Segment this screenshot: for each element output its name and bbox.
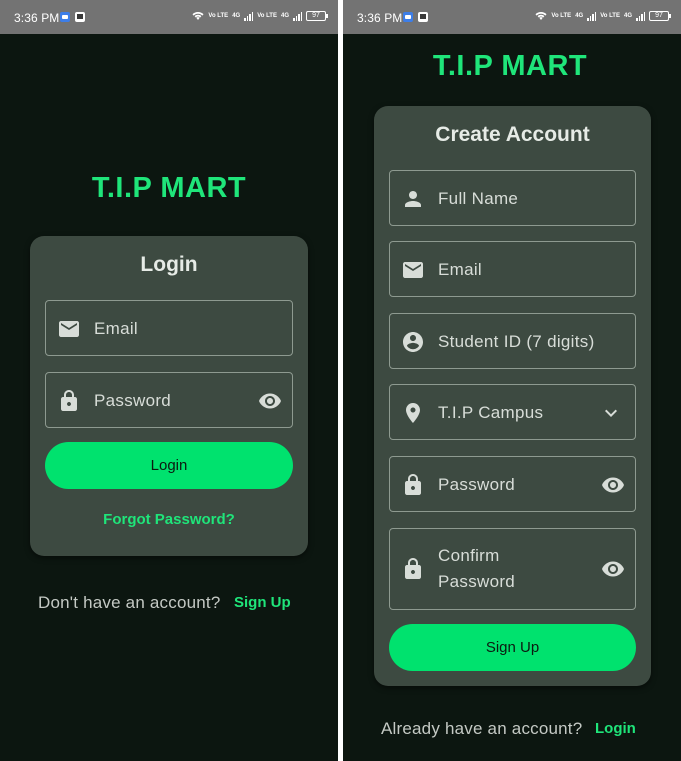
no-account-text: Don't have an account? bbox=[38, 593, 221, 612]
confirm-password-label-line2: Password bbox=[438, 572, 516, 591]
student-id-field[interactable]: Student ID (7 digits) bbox=[389, 313, 636, 369]
wifi-icon bbox=[535, 12, 547, 20]
confirm-password-field[interactable]: Confirm Password bbox=[389, 528, 636, 610]
gallery-notification-icon bbox=[418, 12, 428, 22]
password-label: Password bbox=[94, 391, 172, 410]
location-pin-icon bbox=[401, 401, 425, 425]
forgot-password-link[interactable]: Forgot Password? bbox=[30, 511, 308, 528]
brand-title: T.I.P MART bbox=[91, 172, 247, 204]
account-circle-icon bbox=[401, 330, 425, 354]
status-bar: 3:36 PM Vo LTE 4G Vo LTE 4G 97 bbox=[0, 0, 338, 34]
wifi-icon bbox=[192, 12, 204, 20]
sign-up-link[interactable]: Sign Up bbox=[234, 594, 291, 611]
lock-icon bbox=[401, 473, 425, 497]
email-icon bbox=[401, 258, 425, 282]
battery-icon: 97 bbox=[649, 11, 671, 21]
signal-type-2: 4G bbox=[280, 13, 289, 19]
messenger-notification-icon bbox=[403, 12, 413, 22]
signal-type-1: 4G bbox=[232, 13, 241, 19]
chevron-down-icon[interactable] bbox=[599, 401, 623, 425]
system-icons: Vo LTE 4G Vo LTE 4G 97 bbox=[192, 10, 328, 22]
signup-card: Create Account Full Name Email Student I… bbox=[374, 106, 651, 686]
system-icons: Vo LTE 4G Vo LTE 4G 97 bbox=[535, 10, 671, 22]
battery-icon: 97 bbox=[306, 11, 328, 21]
volte-indicator: Vo LTE bbox=[208, 13, 229, 19]
lock-icon bbox=[57, 389, 81, 413]
status-bar: 3:36 PM Vo LTE 4G Vo LTE 4G 97 bbox=[343, 0, 681, 34]
password-label: Password bbox=[438, 475, 516, 494]
login-screen: 3:36 PM Vo LTE 4G Vo LTE 4G 97 T.I.P MAR… bbox=[0, 0, 338, 761]
signal-bars-icon-2 bbox=[293, 11, 302, 21]
signal-type-1: 4G bbox=[575, 13, 584, 19]
full-name-field[interactable]: Full Name bbox=[389, 170, 636, 226]
email-field[interactable]: Email bbox=[45, 300, 293, 356]
signal-bars-icon bbox=[244, 11, 254, 21]
email-label: Email bbox=[438, 260, 483, 279]
status-time: 3:36 PM bbox=[14, 11, 60, 25]
have-account-text: Already have an account? bbox=[381, 719, 583, 738]
login-title: Login bbox=[140, 253, 198, 276]
signal-type-2: 4G bbox=[623, 13, 632, 19]
signup-screen: 3:36 PM Vo LTE 4G Vo LTE 4G 97 T.I.P MAR… bbox=[343, 0, 681, 761]
password-field[interactable]: Password bbox=[45, 372, 293, 428]
volte-indicator-2: Vo LTE bbox=[257, 13, 277, 19]
campus-label: T.I.P Campus bbox=[438, 403, 544, 422]
volte-indicator: Vo LTE bbox=[551, 13, 572, 19]
messenger-notification-icon bbox=[60, 12, 70, 22]
eye-icon[interactable] bbox=[258, 389, 282, 413]
login-link[interactable]: Login bbox=[595, 720, 636, 737]
email-label: Email bbox=[94, 319, 139, 338]
student-id-label: Student ID (7 digits) bbox=[438, 332, 595, 351]
sign-up-button[interactable]: Sign Up bbox=[389, 624, 636, 671]
login-button[interactable]: Login bbox=[45, 442, 293, 489]
eye-icon[interactable] bbox=[601, 557, 625, 581]
person-icon bbox=[401, 187, 425, 211]
login-card: Login Email Password Login Forgot Passwo… bbox=[30, 236, 308, 556]
campus-dropdown[interactable]: T.I.P Campus bbox=[389, 384, 636, 440]
lock-icon bbox=[401, 557, 425, 581]
signal-bars-icon-2 bbox=[636, 11, 645, 21]
eye-icon[interactable] bbox=[601, 473, 625, 497]
brand-title: T.I.P MART bbox=[432, 50, 588, 82]
email-field[interactable]: Email bbox=[389, 241, 636, 297]
confirm-password-label-line1: Confirm bbox=[438, 546, 500, 565]
email-icon bbox=[57, 317, 81, 341]
gallery-notification-icon bbox=[75, 12, 85, 22]
signal-bars-icon bbox=[587, 11, 597, 21]
create-account-title: Create Account bbox=[435, 123, 590, 146]
status-time: 3:36 PM bbox=[357, 11, 403, 25]
full-name-label: Full Name bbox=[438, 189, 519, 208]
password-field[interactable]: Password bbox=[389, 456, 636, 512]
volte-indicator-2: Vo LTE bbox=[600, 13, 620, 19]
